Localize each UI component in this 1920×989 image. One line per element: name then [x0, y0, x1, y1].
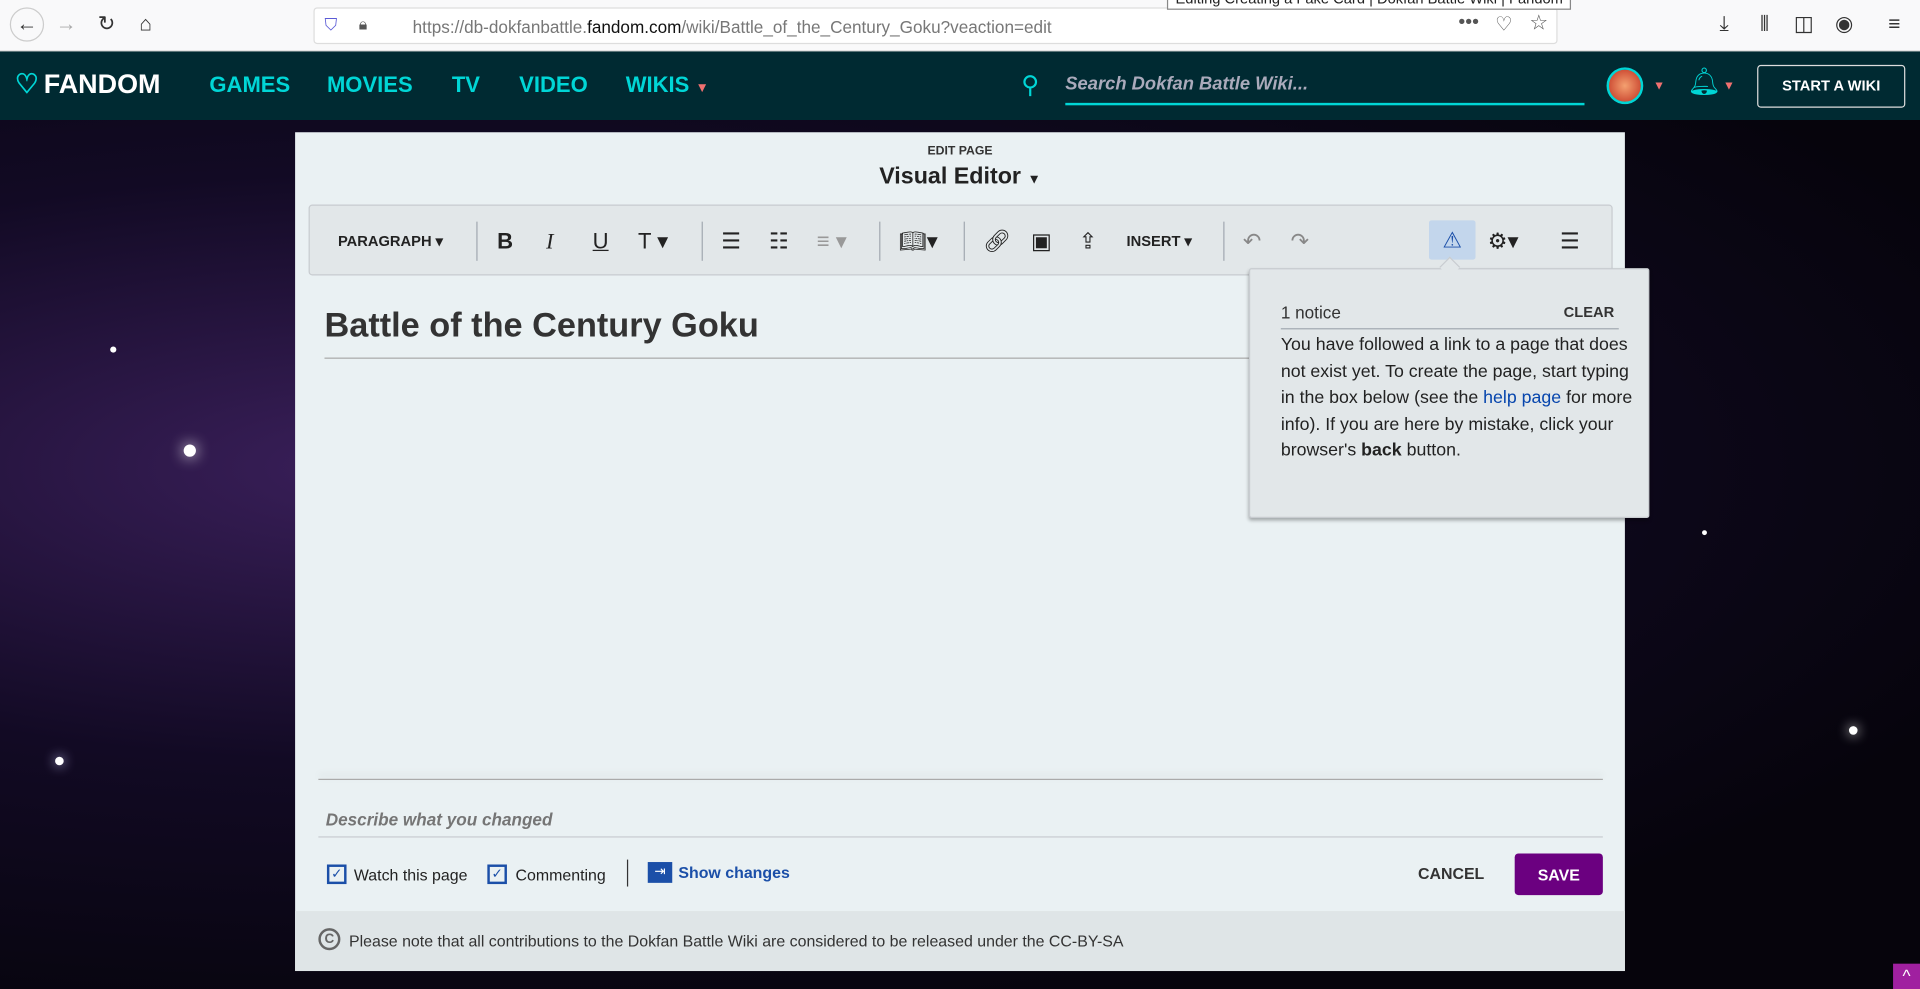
- notice-text-3: button.: [1401, 440, 1461, 461]
- nav-wikis[interactable]: WIKIS ▼: [626, 72, 709, 98]
- nav-movies[interactable]: MOVIES: [327, 72, 413, 98]
- paragraph-dropdown[interactable]: PARAGRAPH ▾: [338, 228, 443, 255]
- align-icon[interactable]: ≡ ▾: [817, 228, 847, 255]
- image-icon[interactable]: ▣: [1031, 228, 1052, 255]
- bell-icon[interactable]: 🔔︎: [1687, 66, 1721, 98]
- url-prefix: https://db-dokfanbattle.: [412, 17, 588, 37]
- cancel-button[interactable]: CANCEL: [1418, 864, 1484, 882]
- text-style-icon[interactable]: T ▾: [638, 228, 668, 255]
- scroll-top-icon[interactable]: ^: [1893, 963, 1920, 989]
- library-icon[interactable]: ⫴: [1751, 11, 1778, 38]
- download-icon[interactable]: ⤓: [1711, 11, 1738, 38]
- nav-video[interactable]: VIDEO: [519, 72, 588, 98]
- url-path: /wiki/Battle_of_the_Century_Goku?veactio…: [681, 17, 1052, 37]
- show-changes-button[interactable]: Show changes: [678, 863, 789, 881]
- reload-icon[interactable]: ↻: [93, 11, 120, 38]
- chevron-down-icon[interactable]: ▼: [1723, 80, 1735, 93]
- edit-page-label: EDIT PAGE: [927, 144, 993, 158]
- bookmark-star-icon[interactable]: ☆: [1529, 11, 1548, 35]
- notices-warning-icon[interactable]: ⚠: [1428, 220, 1476, 260]
- sidebar-icon[interactable]: ◫: [1790, 11, 1817, 38]
- forward-icon[interactable]: →: [53, 11, 80, 38]
- undo-icon[interactable]: ↶: [1243, 228, 1261, 255]
- settings-gear-icon[interactable]: ⚙▾: [1488, 228, 1519, 255]
- fandom-logo[interactable]: ♡ FANDOM: [15, 69, 161, 101]
- save-button[interactable]: SAVE: [1514, 853, 1603, 896]
- bold-icon[interactable]: B: [497, 228, 513, 255]
- editor-mode-dropdown[interactable]: Visual Editor ▼: [295, 164, 1625, 191]
- url-domain: fandom.com: [587, 17, 682, 37]
- chevron-down-icon[interactable]: ▼: [1653, 80, 1665, 93]
- url-bar[interactable]: ⛉ 🔒︎ https://db-dokfanbattle.fandom.com/…: [313, 7, 1558, 45]
- nav-games[interactable]: GAMES: [209, 72, 290, 98]
- link-icon[interactable]: 🔗︎: [983, 228, 1011, 255]
- help-page-link[interactable]: help page: [1483, 388, 1561, 408]
- pocket-icon[interactable]: ♡: [1495, 12, 1513, 36]
- start-wiki-button[interactable]: START A WIKI: [1757, 64, 1906, 108]
- shield-icon: ⛉: [324, 14, 338, 35]
- search-icon[interactable]: ⚲: [1021, 70, 1039, 101]
- license-note: Please note that all contributions to th…: [348, 931, 1124, 951]
- nav-wikis-label: WIKIS: [625, 72, 690, 97]
- license-footer: C Please note that all contributions to …: [295, 911, 1625, 972]
- copyright-icon: C: [318, 928, 341, 951]
- title-tooltip: Editing Creating a Fake Card | Dokfan Ba…: [1166, 0, 1572, 10]
- notice-back: back: [1361, 440, 1402, 461]
- editor-toolbar: PARAGRAPH ▾ B I U T ▾ ☰ ☷ ≡ ▾ 📖︎▾ 🔗︎ ▣ ⇪…: [308, 204, 1613, 276]
- insert-dropdown[interactable]: INSERT ▾: [1127, 228, 1192, 255]
- hamburger-menu-icon[interactable]: ☰: [1560, 228, 1580, 255]
- back-icon[interactable]: ←: [9, 7, 45, 42]
- watch-checkbox[interactable]: ✓: [326, 864, 347, 885]
- more-icon[interactable]: •••: [1458, 12, 1479, 34]
- upload-icon[interactable]: ⇪: [1079, 228, 1097, 255]
- paragraph-label: PARAGRAPH: [337, 232, 432, 250]
- italic-icon[interactable]: I: [546, 228, 553, 255]
- numbered-list-icon[interactable]: ☷: [769, 228, 789, 255]
- commenting-checkbox[interactable]: ✓: [487, 864, 507, 885]
- watch-label[interactable]: Watch this page: [354, 866, 468, 884]
- lock-icon: 🔒︎: [358, 14, 368, 34]
- redo-icon[interactable]: ↷: [1291, 228, 1309, 255]
- notice-text: You have followed a link to a page that …: [1281, 333, 1636, 465]
- commenting-label[interactable]: Commenting: [516, 866, 606, 884]
- show-changes-icon[interactable]: ⇥: [647, 862, 673, 883]
- browser-toolbar: ← → ↻ ⌂ ⛉ 🔒︎ https://db-dokfanbattle.fan…: [0, 0, 1920, 52]
- bullet-list-icon[interactable]: ☰: [721, 228, 741, 255]
- avatar[interactable]: [1606, 67, 1644, 105]
- chevron-down-icon: ▼: [695, 80, 709, 96]
- search-box[interactable]: [1065, 64, 1585, 106]
- account-icon[interactable]: ◉: [1831, 11, 1858, 38]
- insert-label: INSERT: [1126, 232, 1181, 250]
- clear-button[interactable]: CLEAR: [1564, 304, 1615, 321]
- fandom-heart-icon: ♡: [14, 68, 39, 100]
- nav-tv[interactable]: TV: [452, 72, 480, 98]
- editor-mode-label: Visual Editor: [879, 164, 1021, 190]
- chevron-down-icon: ▼: [1027, 172, 1041, 188]
- home-icon[interactable]: ⌂: [132, 11, 159, 38]
- notice-count: 1 notice: [1280, 302, 1341, 323]
- editor-panel: EDIT PAGE Visual Editor ▼ PARAGRAPH ▾ B …: [295, 132, 1625, 972]
- cite-icon[interactable]: 📖︎▾: [899, 228, 938, 255]
- underline-icon[interactable]: U: [593, 228, 609, 255]
- menu-icon[interactable]: ≡: [1881, 11, 1908, 38]
- notice-popup: 1 notice CLEAR You have followed a link …: [1248, 268, 1650, 518]
- logo-text: FANDOM: [43, 68, 161, 100]
- edit-summary-input[interactable]: [318, 800, 1603, 838]
- search-input[interactable]: [1065, 64, 1585, 102]
- fandom-nav: ♡ FANDOM GAMES MOVIES TV VIDEO WIKIS ▼ ⚲ …: [0, 51, 1920, 121]
